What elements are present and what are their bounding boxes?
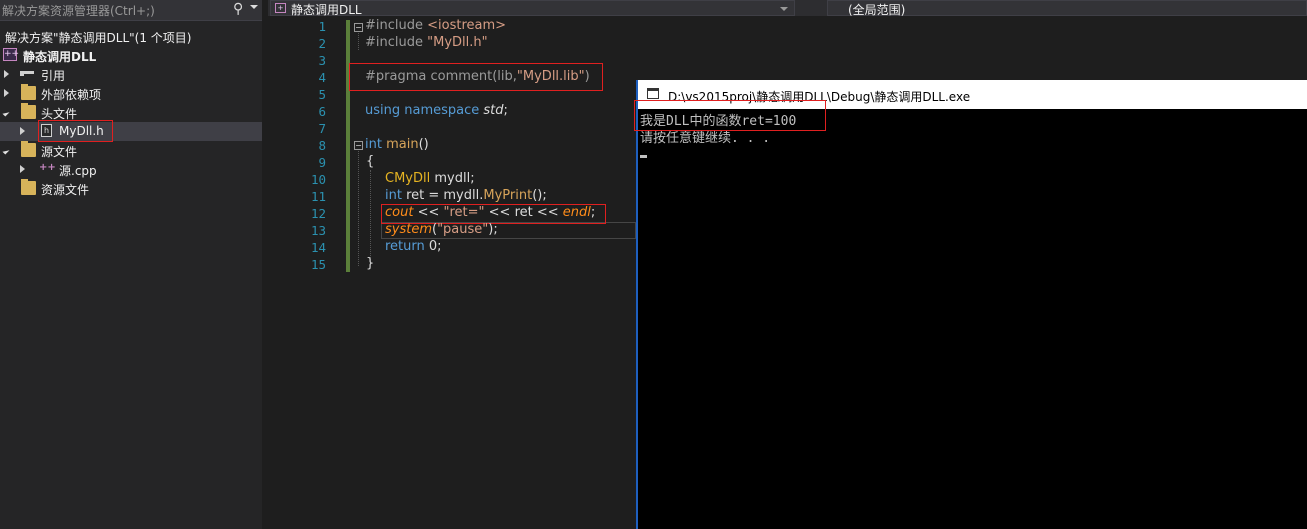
highlight-box-mydll-h (38, 120, 113, 142)
project-dropdown[interactable]: + 静态调用DLL (270, 0, 795, 17)
tree-item-label: 源文件 (41, 145, 78, 159)
code-line-15: } (366, 256, 375, 271)
solution-label: 解决方案"静态调用DLL"(1 个项目) (5, 31, 192, 45)
references-icon (20, 71, 34, 76)
tree-item-label: 资源文件 (41, 183, 90, 197)
tree-item-label: 外部依赖项 (41, 88, 102, 102)
highlight-box-output (634, 100, 826, 131)
tree-item-label: 源.cpp (59, 164, 97, 178)
tree-item-resource-files[interactable]: 资源文件 (0, 179, 262, 198)
scope-dropdown[interactable]: (全局范围) (827, 0, 1307, 17)
highlight-box-cout (381, 204, 606, 224)
fold-guide (358, 33, 359, 50)
line-number: 5 (318, 87, 326, 102)
console-cursor (640, 155, 647, 158)
line-number: 14 (310, 240, 326, 255)
line-number: 1 (318, 19, 326, 34)
member-dropdown[interactable] (799, 0, 827, 16)
code-line-14: return 0; (385, 239, 442, 254)
solution-search-box[interactable]: 解决方案资源管理器(Ctrl+;) ⚲ (0, 0, 262, 21)
folder-icon (21, 179, 36, 195)
search-options-chevron-icon[interactable] (250, 5, 258, 9)
code-line-1: #include <iostream> (365, 18, 507, 33)
expand-chevron-icon[interactable] (4, 70, 9, 78)
line-number: 15 (310, 257, 326, 272)
change-tracking-bar (346, 20, 350, 272)
code-line-9: { (366, 154, 375, 169)
line-number: 3 (318, 53, 326, 68)
expand-chevron-icon[interactable] (4, 89, 9, 97)
line-number: 8 (318, 138, 326, 153)
line-number: 11 (310, 189, 326, 204)
search-placeholder: 解决方案资源管理器(Ctrl+;) (2, 4, 155, 18)
editor-navigation-bar: + 静态调用DLL (全局范围) (268, 0, 1307, 17)
code-line-8: int main() (365, 137, 429, 152)
tree-item-references[interactable]: 引用 (0, 65, 262, 84)
code-line-2: #include "MyDll.h" (365, 35, 488, 50)
console-app-icon (647, 88, 659, 99)
line-number: 7 (318, 121, 326, 136)
code-line-11: int ret = mydll.MyPrint(); (385, 188, 547, 203)
project-node[interactable]: ++ 静态调用DLL (0, 46, 262, 65)
line-number-gutter: 1 2 3 4 5 6 7 8 9 10 11 12 13 14 15 (286, 16, 348, 529)
tree-item-label: 引用 (41, 69, 66, 83)
cpp-project-icon: ++ (3, 48, 20, 61)
code-line-10: CMyDll mydll; (385, 171, 475, 186)
solution-node[interactable]: 解决方案"静态调用DLL"(1 个项目) (0, 27, 262, 46)
tree-item-source-files[interactable]: 源文件 (0, 141, 262, 160)
highlight-box-pragma (349, 63, 603, 91)
folder-icon (21, 84, 36, 100)
chevron-down-icon (780, 7, 788, 11)
fold-guide (358, 151, 359, 266)
indent-guide (370, 170, 371, 258)
scope-dropdown-label: (全局范围) (848, 3, 906, 17)
line-number: 6 (318, 104, 326, 119)
line-number: 2 (318, 36, 326, 51)
fold-collapse-icon[interactable]: − (354, 141, 363, 150)
console-window[interactable]: D:\vs2015proj\静态调用DLL\Debug\静态调用DLL.exe … (634, 80, 1307, 529)
code-line-13: system("pause"); (385, 222, 498, 237)
project-label: 静态调用DLL (23, 50, 97, 64)
collapse-chevron-icon[interactable] (2, 147, 10, 155)
tree-item-source-cpp[interactable]: ++ 源.cpp (0, 160, 262, 179)
code-line-6: using namespace std; (365, 103, 508, 118)
line-number: 4 (318, 70, 326, 85)
line-number: 9 (318, 155, 326, 170)
fold-collapse-icon[interactable]: − (354, 23, 363, 32)
folder-icon (21, 141, 36, 157)
line-number: 12 (310, 206, 326, 221)
solution-explorer: 解决方案资源管理器(Ctrl+;) ⚲ 解决方案"静态调用DLL"(1 个项目)… (0, 0, 262, 529)
search-icon[interactable]: ⚲ (233, 1, 243, 17)
line-number: 10 (310, 172, 326, 187)
folder-icon (21, 103, 36, 119)
cpp-file-icon: ++ (39, 162, 56, 173)
expand-chevron-icon[interactable] (20, 127, 25, 135)
cpp-project-icon: + (275, 3, 286, 13)
tree-item-external-dependencies[interactable]: 外部依赖项 (0, 84, 262, 103)
expand-chevron-icon[interactable] (20, 165, 25, 173)
line-number: 13 (310, 223, 326, 238)
collapse-chevron-icon[interactable] (2, 109, 10, 117)
